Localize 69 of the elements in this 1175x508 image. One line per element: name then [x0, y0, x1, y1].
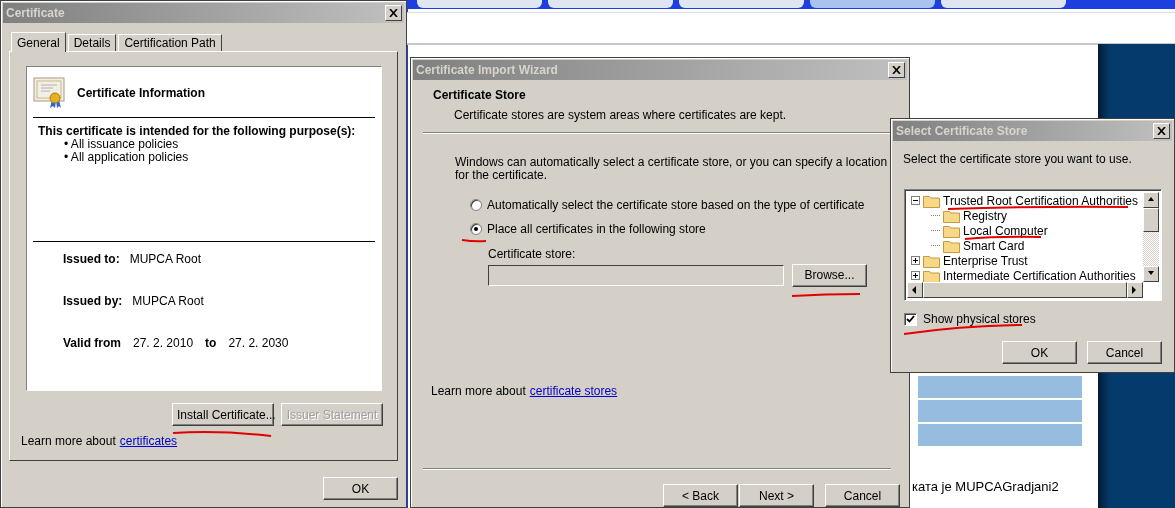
tab[interactable]: Certification Path — [118, 34, 222, 51]
checkmark-icon — [906, 315, 915, 323]
folder-icon — [943, 223, 960, 238]
close-icon — [389, 9, 398, 17]
field-label: Issued by: — [63, 294, 123, 308]
wizard-button[interactable]: Next > — [739, 484, 814, 507]
description-text: Windows can automatically select a certificate store, or you can specify a location for the certificate. — [455, 155, 889, 182]
radio-label: Place all certificates in the following store — [487, 221, 706, 236]
page-text: ката је MUPCAGradjani2 — [912, 479, 1059, 494]
expand-icon[interactable] — [911, 271, 920, 280]
horizontal-scrollbar[interactable] — [907, 282, 1143, 298]
browse-button[interactable]: Browse... — [792, 263, 867, 287]
field-value: 27. 2. 2030 — [228, 336, 289, 350]
wizard-button[interactable]: Cancel — [825, 484, 900, 507]
collapse-icon[interactable] — [911, 196, 920, 205]
wizard-button[interactable]: < Back — [663, 484, 738, 507]
folder-icon — [943, 208, 960, 223]
field-value: 27. 2. 2010 — [133, 336, 194, 350]
hand-drawn-underline — [791, 293, 861, 297]
close-button[interactable] — [1153, 123, 1170, 139]
tree-item[interactable]: Smart Card — [963, 238, 1025, 253]
folder-icon — [943, 238, 960, 253]
window-title: Certificate Import Wizard — [416, 63, 558, 77]
section-title: Certificate Information — [77, 86, 205, 100]
help-text: Learn more about — [21, 434, 116, 448]
close-button[interactable] — [385, 5, 402, 21]
purpose-item: • All issuance policies — [64, 138, 180, 151]
tree-item[interactable]: Trusted Root Certification Authorities — [943, 193, 1138, 208]
field-label: to — [205, 336, 217, 350]
hand-drawn-underline — [461, 239, 487, 243]
field-value: MUPCA Root — [132, 294, 204, 308]
tree-item[interactable]: Enterprise Trust — [943, 253, 1028, 268]
scroll-left-icon — [911, 286, 919, 294]
expand-icon[interactable] — [911, 256, 920, 265]
purpose-heading: This certificate is intended for the following purpose(s): — [38, 124, 357, 138]
close-button[interactable] — [888, 62, 905, 78]
scroll-up-icon — [1147, 196, 1155, 204]
certificate-icon — [33, 77, 66, 109]
checkbox[interactable] — [904, 312, 917, 326]
close-icon — [1157, 127, 1166, 135]
scroll-right-icon — [1131, 286, 1139, 294]
help-text: Learn more about — [431, 384, 526, 399]
tab[interactable]: General — [11, 32, 66, 52]
window-title: Select Certificate Store — [896, 124, 1028, 138]
radio-label: Automatically select the certificate store based on the type of certificate — [487, 197, 865, 212]
field-label: Valid from — [63, 336, 121, 350]
dialog-button[interactable]: OK — [1002, 341, 1077, 364]
tree-item[interactable]: Local Computer — [963, 223, 1048, 238]
field-label: Issued to: — [63, 252, 120, 266]
folder-icon — [923, 193, 940, 208]
checkbox-label: Show physical stores — [923, 312, 1036, 326]
tree-item[interactable]: Intermediate Certification Authorities — [943, 268, 1136, 282]
page-subheading: Certificate stores are system areas where certificates are kept. — [454, 108, 788, 122]
folder-icon — [923, 253, 940, 268]
field-label: Certificate store: — [488, 246, 577, 261]
tab[interactable]: Details — [67, 34, 117, 51]
tree-item[interactable]: Registry — [963, 208, 1007, 223]
help-link[interactable]: certificate stores — [529, 384, 618, 399]
ok-button[interactable]: OK — [323, 477, 398, 500]
store-field[interactable] — [488, 264, 784, 286]
prompt-text: Select the certificate store you want to use. — [903, 152, 1133, 166]
vertical-scrollbar[interactable] — [1143, 192, 1159, 282]
window-title: Certificate — [6, 6, 65, 20]
field-value: MUPCA Root — [129, 252, 202, 266]
page-heading: Certificate Store — [433, 88, 527, 102]
help-link[interactable]: certificates — [119, 434, 178, 448]
purpose-item: • All application policies — [64, 151, 190, 164]
dialog-button[interactable]: Cancel — [1087, 341, 1162, 364]
close-icon — [892, 66, 901, 74]
